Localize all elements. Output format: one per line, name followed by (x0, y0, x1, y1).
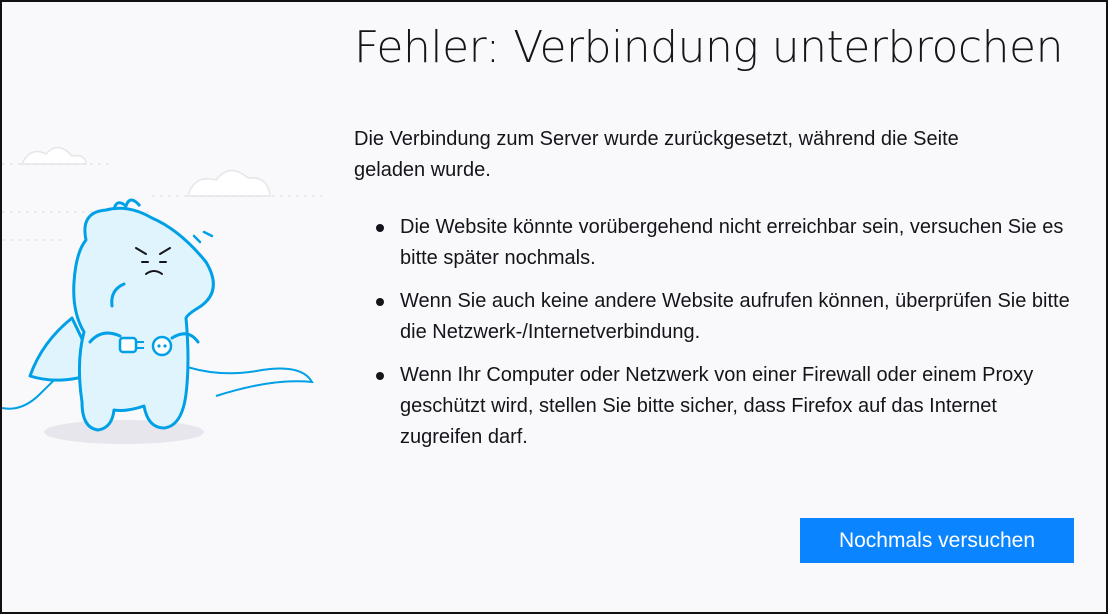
cloud-icon (20, 146, 87, 165)
dinosaur-unplugged-illustration (2, 146, 322, 444)
suggestion-text: Die Website könnte vorübergehend nicht e… (400, 216, 1064, 269)
cloud-icon (187, 169, 271, 197)
suggestion-text: Wenn Sie auch keine andere Website aufru… (400, 290, 1070, 343)
suggestion-item: Die Website könnte vorübergehend nicht e… (354, 212, 1080, 274)
suggestion-list: Die Website könnte vorübergehend nicht e… (354, 212, 1084, 453)
try-again-button[interactable]: Nochmals versuchen (800, 518, 1074, 563)
socket-icon (151, 335, 173, 357)
bullet-icon (376, 224, 384, 232)
error-description: Die Verbindung zum Server wurde zurückge… (354, 128, 959, 181)
suggestion-item: Wenn Ihr Computer oder Netzwerk von eine… (354, 360, 1080, 453)
bullet-icon (376, 298, 384, 306)
suggestion-text: Wenn Ihr Computer oder Netzwerk von eine… (400, 364, 1034, 448)
suggestion-item: Wenn Sie auch keine andere Website aufru… (354, 286, 1080, 348)
error-page: Fehler: Verbindung unterbrochen Die Verb… (0, 0, 1108, 614)
error-content: Fehler: Verbindung unterbrochen Die Verb… (354, 20, 1084, 465)
page-title: Fehler: Verbindung unterbrochen (354, 22, 1063, 73)
bullet-icon (376, 372, 384, 380)
